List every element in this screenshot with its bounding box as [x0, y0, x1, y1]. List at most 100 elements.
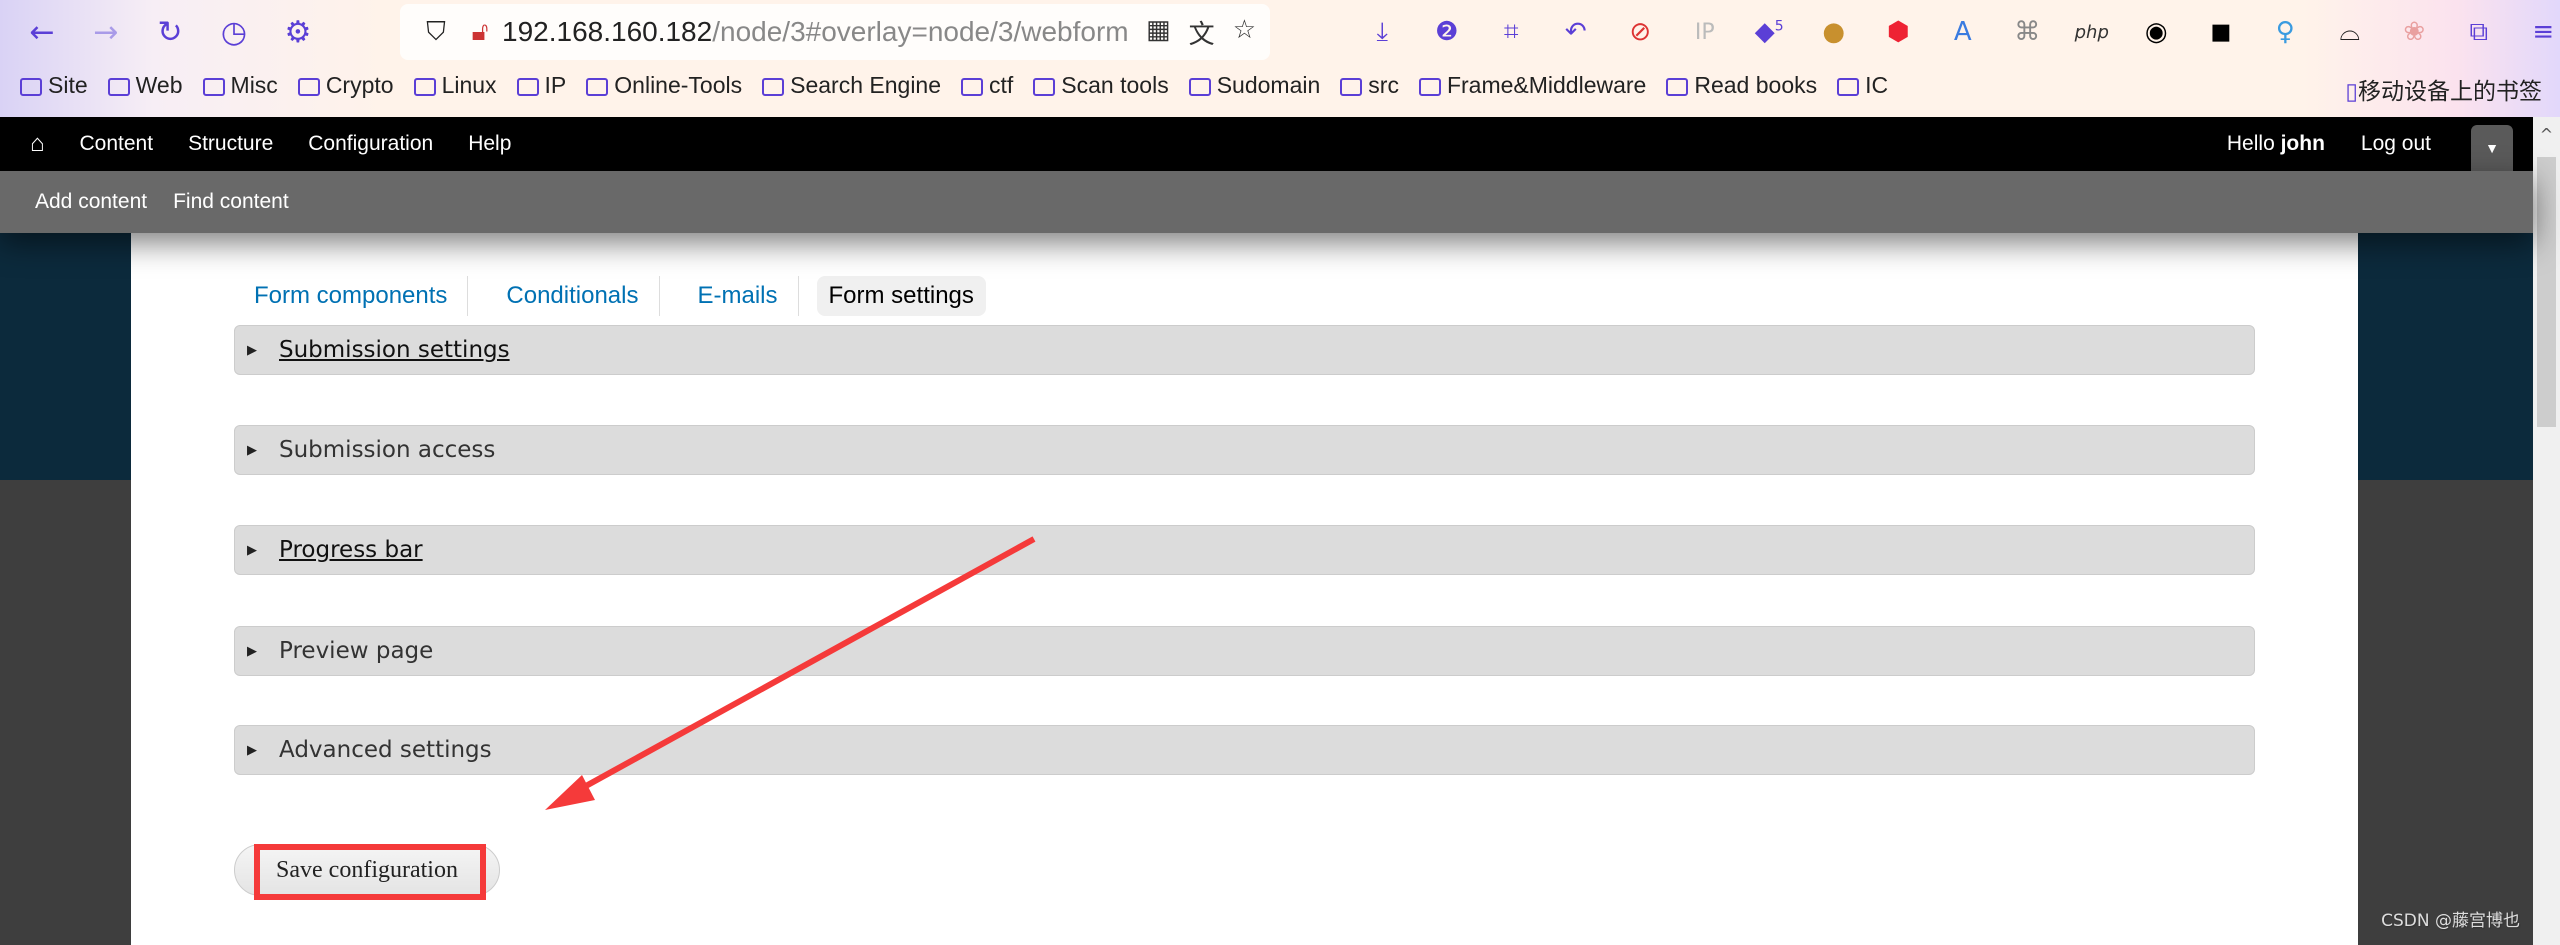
bookmark-folder[interactable]: Read books	[1666, 72, 1817, 99]
bookmark-star-icon[interactable]: ☆	[1233, 14, 1256, 51]
url-host: 192.168.160.182	[502, 16, 713, 47]
hub-icon[interactable]: ❀	[2382, 17, 2447, 47]
cookie-icon[interactable]: ●	[1802, 17, 1867, 47]
puzzle-icon[interactable]: ⧉	[2447, 17, 2512, 48]
folder-icon	[961, 77, 984, 96]
ip-icon[interactable]: IP	[1673, 20, 1738, 45]
tab-form-components[interactable]: Form components	[234, 276, 469, 316]
bookmark-folder[interactable]: Sudomain	[1188, 72, 1320, 99]
proxy-icon[interactable]: ⌘	[1995, 17, 2060, 47]
tab-form-settings[interactable]: Form settings	[816, 276, 986, 316]
ghost-icon[interactable]: ◼	[2189, 17, 2254, 47]
fieldset-legend[interactable]: Submission settings	[279, 337, 510, 363]
folder-icon	[202, 77, 225, 96]
bookmark-folder[interactable]: IP	[516, 72, 566, 99]
folder-icon	[1418, 77, 1441, 96]
bookmarks-bar: Site Web Misc Crypto Linux IP Online-Tools Sear…	[20, 72, 1908, 99]
settings-icon[interactable]: ⚙	[266, 10, 330, 54]
shortcuts-toggle[interactable]: ▼	[2471, 125, 2513, 171]
folder-icon	[762, 77, 785, 96]
adblock-icon[interactable]: ⬢	[1866, 17, 1931, 47]
bookmark-folder[interactable]: Online-Tools	[586, 72, 742, 99]
caret-down-icon: ▼	[2485, 140, 2499, 156]
bookmark-folder[interactable]: Linux	[413, 72, 497, 99]
toolbar-configuration[interactable]: Configuration	[308, 132, 433, 156]
fieldset-preview-page[interactable]: ▶ Preview page	[234, 626, 2255, 676]
undo-icon[interactable]: ↶	[1544, 17, 1609, 47]
bookmark-folder[interactable]: IC	[1837, 72, 1888, 99]
menu-icon[interactable]: ≡	[2511, 17, 2560, 47]
logout-link[interactable]: Log out	[2361, 132, 2431, 156]
mobile-bookmarks[interactable]: ▯移动设备上的书签	[2345, 72, 2542, 106]
history-icon[interactable]: ◷	[202, 10, 266, 54]
bookmark-folder[interactable]: ctf	[961, 72, 1013, 99]
scroll-up-icon[interactable]: ^	[2533, 117, 2560, 144]
bookmark-label: Scan tools	[1061, 72, 1169, 98]
secondary-tabs: Form components Conditionals E-mails For…	[234, 276, 1004, 316]
download-icon[interactable]: ⤓	[1350, 17, 1415, 48]
fieldset-legend[interactable]: Advanced settings	[279, 737, 492, 763]
fieldset-advanced-settings[interactable]: ▶ Advanced settings	[234, 725, 2255, 775]
watermark: CSDN @藤宫博也	[2381, 911, 2520, 931]
folder-icon	[1033, 77, 1056, 96]
crop-icon[interactable]: ⌗	[1479, 17, 1544, 48]
username[interactable]: john	[2281, 132, 2325, 155]
pin-icon[interactable]: ♀	[2253, 17, 2318, 47]
fieldset-legend[interactable]: Preview page	[279, 638, 433, 664]
bookmark-folder[interactable]: Frame&Middleware	[1418, 72, 1646, 99]
address-bar[interactable]: ⛉ 🔓︎ 192.168.160.182/node/3#overlay=node…	[400, 4, 1270, 60]
circle-icon[interactable]: ◉	[2124, 17, 2189, 47]
bookmark-folder[interactable]: Site	[20, 72, 88, 99]
fieldset-submission-access[interactable]: ▶ Submission access	[234, 425, 2255, 475]
php-icon[interactable]: php	[2060, 22, 2125, 43]
toolbar-structure[interactable]: Structure	[188, 132, 273, 156]
bookmark-label: Search Engine	[790, 72, 942, 98]
expand-triangle-icon: ▶	[247, 643, 257, 659]
shortcut-add-content[interactable]: Add content	[35, 190, 147, 214]
fieldset-legend[interactable]: Submission access	[279, 437, 495, 463]
scroll-thumb[interactable]	[2537, 157, 2556, 427]
no-script-icon[interactable]: ⊘	[1608, 17, 1673, 47]
bookmark-folder[interactable]: Scan tools	[1033, 72, 1169, 99]
layers-icon[interactable]: ◆5	[1737, 17, 1802, 47]
bookmark-folder[interactable]: Search Engine	[762, 72, 941, 99]
bookmark-label: Web	[135, 72, 183, 98]
bookmark-label: src	[1368, 72, 1399, 98]
bookmark-label: ctf	[989, 72, 1014, 98]
hello-text: Hello john	[2227, 132, 2325, 156]
reload-icon[interactable]: ↻	[138, 10, 202, 54]
folder-icon	[1666, 77, 1689, 96]
translate-ext-icon[interactable]: A	[1931, 17, 1996, 47]
badge-2-icon[interactable]: ❷	[1415, 17, 1480, 47]
fieldset-submission-settings[interactable]: ▶ Submission settings	[234, 325, 2255, 375]
qr-code-icon[interactable]: ▦	[1146, 14, 1171, 51]
home-icon[interactable]: ⌂	[30, 130, 45, 158]
bookmark-label: Site	[48, 72, 88, 98]
fieldset-progress-bar[interactable]: ▶ Progress bar	[234, 525, 2255, 575]
insecure-lock-icon: 🔓︎	[471, 16, 489, 46]
hat-icon[interactable]: ⌓	[2318, 17, 2383, 48]
back-icon[interactable]: ←	[10, 10, 74, 54]
bookmark-label: IC	[1865, 72, 1889, 98]
save-configuration-button[interactable]: Save configuration	[234, 844, 500, 896]
toolbar-help[interactable]: Help	[468, 132, 511, 156]
translate-icon[interactable]: 文	[1189, 14, 1215, 51]
folder-icon	[1188, 77, 1211, 96]
phone-icon: ▯	[2345, 79, 2358, 105]
scrollbar[interactable]: ^	[2533, 117, 2560, 945]
bookmark-folder[interactable]: src	[1340, 72, 1399, 99]
fieldset-legend[interactable]: Progress bar	[279, 537, 423, 563]
bookmark-folder[interactable]: Crypto	[297, 72, 394, 99]
extensions-bar: ⤓ ❷ ⌗ ↶ ⊘ IP ◆5 ● ⬢ A ⌘ php ◉ ◼ ♀ ⌓ ❀ ⧉ …	[1350, 12, 2560, 52]
expand-triangle-icon: ▶	[247, 342, 257, 358]
tab-emails[interactable]: E-mails	[678, 276, 799, 316]
bookmark-folder[interactable]: Web	[107, 72, 183, 99]
admin-toolbar: ⌂ Content Structure Configuration Help H…	[0, 117, 2533, 171]
tab-conditionals[interactable]: Conditionals	[486, 276, 660, 316]
forward-icon[interactable]: →	[74, 10, 138, 54]
shortcut-find-content[interactable]: Find content	[173, 190, 289, 214]
hello-label: Hello	[2226, 132, 2281, 155]
bookmark-folder[interactable]: Misc	[202, 72, 278, 99]
expand-triangle-icon: ▶	[247, 542, 257, 558]
toolbar-content[interactable]: Content	[80, 132, 154, 156]
